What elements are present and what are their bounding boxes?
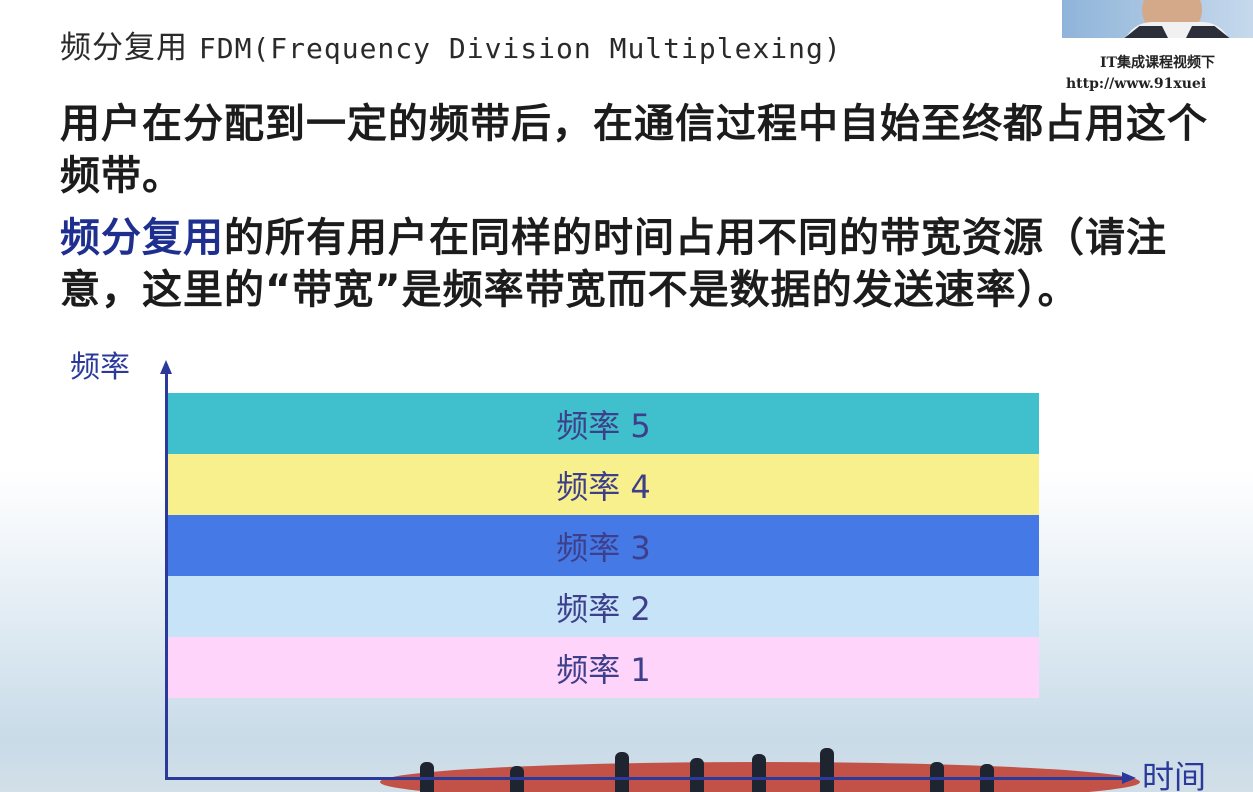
y-axis-label: 频率 <box>70 350 130 385</box>
watermark-line2: http://www.91xuei <box>1066 76 1207 92</box>
person-figure <box>690 758 704 792</box>
person-figure <box>615 752 629 792</box>
frequency-band: 频率 4 <box>168 454 1039 515</box>
slide-title: 频分复用 FDM(Frequency Division Multiplexing… <box>60 22 842 67</box>
person-figure <box>820 748 834 792</box>
title-en: FDM(Frequency Division Multiplexing) <box>198 32 842 65</box>
frequency-band: 频率 5 <box>168 393 1039 454</box>
title-cn: 频分复用 <box>60 30 188 66</box>
paragraph-2: 频分复用的所有用户在同样的时间占用不同的带宽资源（请注意，这里的“带宽”是频率带… <box>60 212 1240 316</box>
frequency-band: 频率 1 <box>168 637 1039 698</box>
background-people <box>400 744 1100 792</box>
x-axis <box>165 777 1125 780</box>
frequency-band: 频率 2 <box>168 576 1039 637</box>
webcam-overlay <box>1062 0 1253 38</box>
paragraph-2-highlight: 频分复用 <box>60 215 224 261</box>
paragraph-1: 用户在分配到一定的频带后，在通信过程中自始至终都占用这个频带。 <box>60 101 1208 199</box>
x-axis-arrow <box>1122 772 1136 784</box>
person-figure <box>752 754 766 792</box>
x-axis-label: 时间 <box>1142 758 1207 792</box>
frequency-band: 频率 3 <box>168 515 1039 576</box>
watermark-line1: IT集成课程视频下 <box>1100 55 1215 71</box>
frequency-bands: 频率 5 频率 4 频率 3 频率 2 频率 1 <box>168 393 1039 698</box>
paragraph-2-text: 的所有用户在同样的时间占用不同的带宽资源（请注意，这里的“带宽”是频率带宽而不是… <box>60 215 1167 313</box>
